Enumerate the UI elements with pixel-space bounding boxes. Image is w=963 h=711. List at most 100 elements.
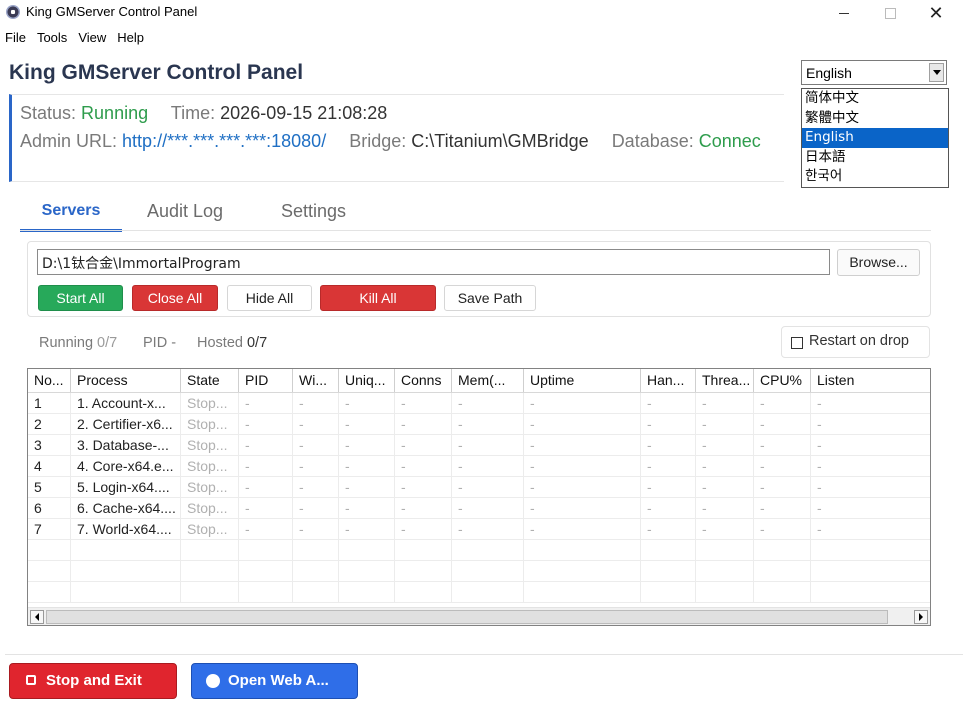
language-option-korean[interactable]: 한국어: [802, 167, 948, 187]
tab-servers[interactable]: Servers: [20, 196, 122, 232]
table-row[interactable]: 6 6. Cache-x64.... Stop... - - - - - - - - - -: [28, 498, 930, 519]
cell-col-state: Stop...: [181, 414, 239, 435]
table-row[interactable]: 4 4. Core-x64.e... Stop... - - - - - - - - - -: [28, 456, 930, 477]
running-label: Running: [39, 335, 94, 351]
cell-col-window: -: [293, 498, 339, 519]
maximize-button[interactable]: [867, 0, 913, 26]
cell-col-mem: -: [452, 414, 524, 435]
cell-col-threads: [696, 561, 754, 582]
cell-col-no: 6: [28, 498, 71, 519]
cell-col-threads: [696, 582, 754, 603]
cell-col-conns: -: [395, 519, 452, 540]
tab-audit-log[interactable]: Audit Log: [135, 196, 235, 229]
table-row[interactable]: 2 2. Certifier-x6... Stop... - - - - - - - - - -: [28, 414, 930, 435]
header-col-no[interactable]: No...: [28, 369, 71, 392]
cell-col-no: 7: [28, 519, 71, 540]
language-option-english[interactable]: English: [802, 128, 948, 148]
cell-col-listen: [811, 540, 930, 561]
header-col-mem[interactable]: Mem(...: [452, 369, 524, 392]
page-title: King GMServer Control Panel: [9, 61, 304, 84]
table-row[interactable]: 5 5. Login-x64.... Stop... - - - - - - - - - -: [28, 477, 930, 498]
cell-col-process: 7. World-x64....: [71, 519, 181, 540]
running-value: 0/7: [97, 335, 118, 351]
close-all-button[interactable]: Close All: [132, 285, 218, 311]
minimize-button[interactable]: [821, 0, 867, 26]
hide-all-button[interactable]: Hide All: [227, 285, 312, 311]
language-select[interactable]: English: [801, 60, 947, 85]
menu-help[interactable]: Help: [112, 28, 150, 48]
restart-on-drop-toggle[interactable]: Restart on drop: [781, 326, 930, 358]
cell-col-window: -: [293, 456, 339, 477]
cell-col-threads: -: [696, 477, 754, 498]
header-col-unique[interactable]: Uniq...: [339, 369, 395, 392]
header-col-state[interactable]: State: [181, 369, 239, 392]
chevron-down-icon[interactable]: [929, 63, 944, 82]
cell-col-unique: [339, 582, 395, 603]
table-row: [28, 561, 930, 582]
cell-col-process: 1. Account-x...: [71, 393, 181, 414]
header-col-window[interactable]: Wi...: [293, 369, 339, 392]
cell-col-unique: [339, 540, 395, 561]
cell-col-state: Stop...: [181, 498, 239, 519]
language-option-japanese[interactable]: 日本語: [802, 148, 948, 168]
cell-col-conns: -: [395, 435, 452, 456]
table-row: [28, 582, 930, 603]
table-row[interactable]: 1 1. Account-x... Stop... - - - - - - - - - -: [28, 393, 930, 414]
admin-url-link[interactable]: http://***.***.***.***:18080/: [122, 131, 326, 151]
database-value: Connec: [698, 131, 761, 151]
scroll-left-icon[interactable]: [30, 610, 44, 624]
cell-col-unique: -: [339, 456, 395, 477]
server-grid: No... Process State PID Wi... Uniq... Conns Mem…: [27, 368, 931, 626]
cell-col-no: 5: [28, 477, 71, 498]
cell-col-listen: -: [811, 477, 930, 498]
menu-tools[interactable]: Tools: [32, 28, 73, 48]
cell-col-unique: -: [339, 519, 395, 540]
cell-col-pid: -: [239, 393, 293, 414]
menu-view[interactable]: View: [73, 28, 112, 48]
program-path-input[interactable]: D:\1钛合金\ImmortalProgram: [37, 249, 830, 275]
header-col-process[interactable]: Process: [71, 369, 181, 392]
language-option-zh-hant[interactable]: 繁體中文: [802, 109, 948, 129]
table-row[interactable]: 3 3. Database-... Stop... - - - - - - - - - -: [28, 435, 930, 456]
scrollbar-thumb[interactable]: [46, 610, 888, 624]
kill-all-button[interactable]: Kill All: [320, 285, 436, 311]
scroll-right-icon[interactable]: [914, 610, 928, 624]
start-all-button[interactable]: Start All: [38, 285, 123, 311]
save-path-button[interactable]: Save Path: [444, 285, 536, 311]
header-col-pid[interactable]: PID: [239, 369, 293, 392]
stop-and-exit-button[interactable]: Stop and Exit: [9, 663, 177, 699]
header-col-uptime[interactable]: Uptime: [524, 369, 641, 392]
restart-on-drop-checkbox[interactable]: [791, 337, 803, 349]
table-row[interactable]: 7 7. World-x64.... Stop... - - - - - - - - - -: [28, 519, 930, 540]
close-button[interactable]: ✕: [913, 0, 959, 26]
cell-col-pid: -: [239, 477, 293, 498]
header-col-listen[interactable]: Listen: [811, 369, 930, 392]
tab-settings[interactable]: Settings: [266, 196, 361, 229]
status-panel: Status: Running Time: 2026-09-15 21:08:2…: [9, 94, 784, 182]
cell-col-process: 6. Cache-x64....: [71, 498, 181, 519]
header-col-threads[interactable]: Threa...: [696, 369, 754, 392]
cell-col-listen: -: [811, 393, 930, 414]
header-col-handles[interactable]: Han...: [641, 369, 696, 392]
cell-col-cpu: -: [754, 414, 811, 435]
header-col-cpu[interactable]: CPU%: [754, 369, 811, 392]
cell-col-uptime: [524, 540, 641, 561]
language-option-zh-hans[interactable]: 简体中文: [802, 89, 948, 109]
cell-col-window: -: [293, 477, 339, 498]
minimize-icon: [839, 12, 849, 14]
menu-file[interactable]: File: [0, 28, 32, 48]
cell-col-process: 2. Certifier-x6...: [71, 414, 181, 435]
cell-col-conns: -: [395, 477, 452, 498]
browse-button[interactable]: Browse...: [837, 249, 920, 276]
cell-col-unique: -: [339, 393, 395, 414]
cell-col-uptime: -: [524, 393, 641, 414]
horizontal-scrollbar[interactable]: [28, 607, 930, 625]
open-web-admin-button[interactable]: Open Web A...: [191, 663, 358, 699]
cell-col-threads: [696, 540, 754, 561]
time-value: 2026-09-15 21:08:28: [220, 103, 388, 123]
cell-col-listen: [811, 582, 930, 603]
header-col-conns[interactable]: Conns: [395, 369, 452, 392]
cell-col-threads: -: [696, 519, 754, 540]
language-dropdown-list: 简体中文 繁體中文 English 日本語 한국어: [801, 88, 949, 188]
cell-col-pid: -: [239, 435, 293, 456]
